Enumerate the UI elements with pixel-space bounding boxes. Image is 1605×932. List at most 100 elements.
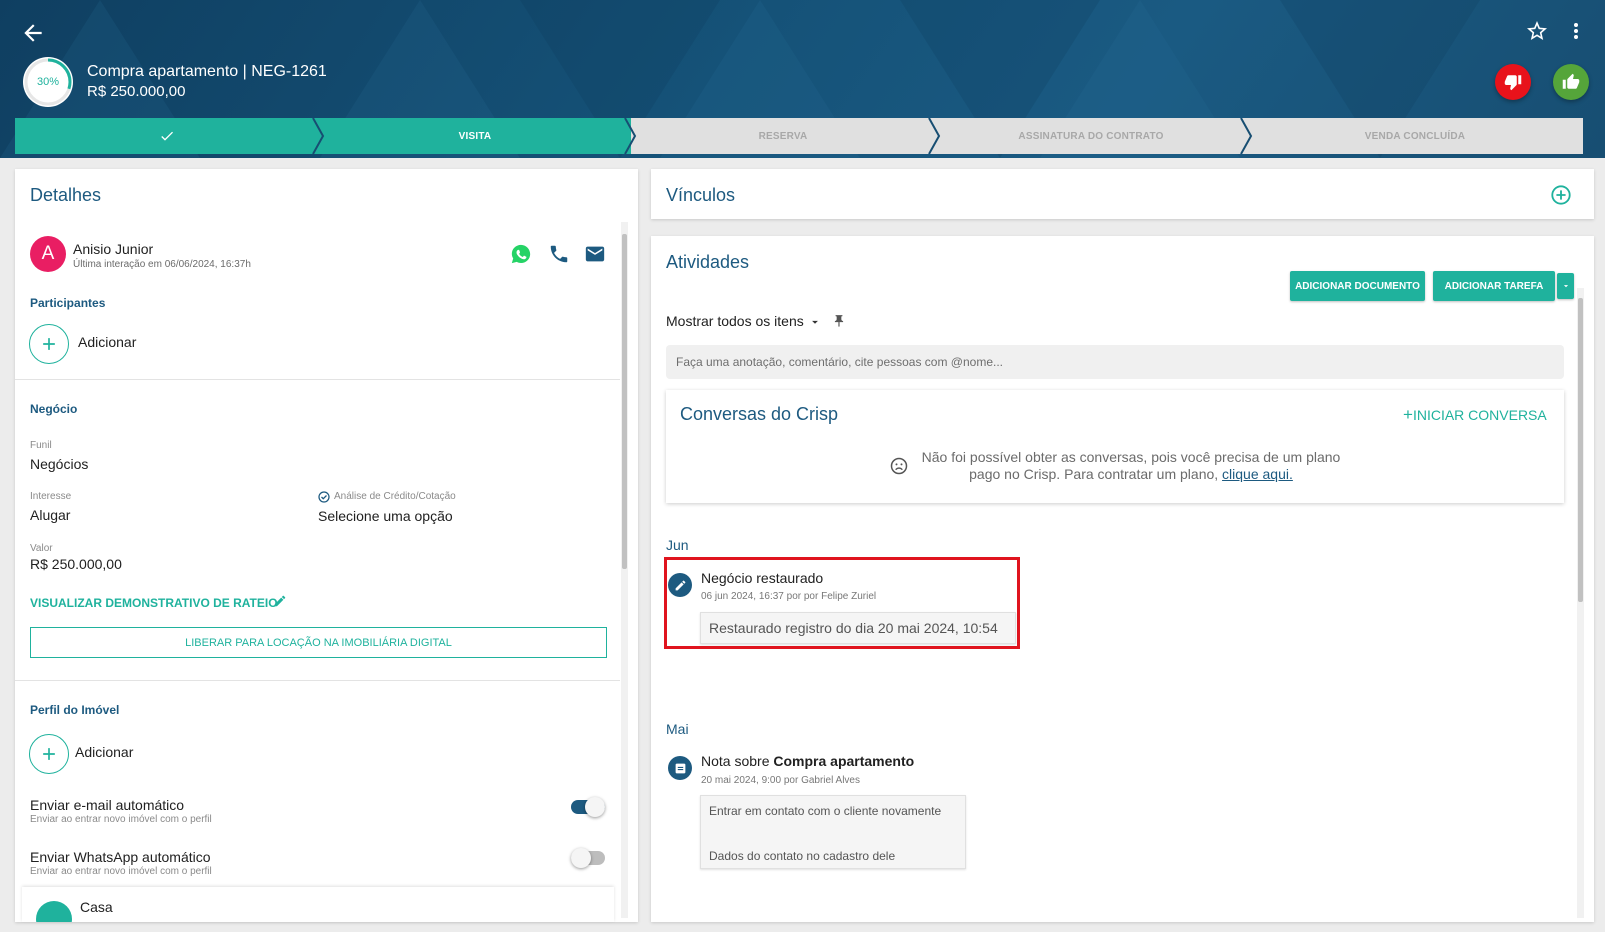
auto-email-title: Enviar e-mail automático [30, 797, 185, 813]
pencil-icon [675, 580, 685, 590]
funnel-value[interactable]: Negócios [30, 456, 88, 472]
note-line-1: Entrar em contato com o cliente novament… [709, 804, 942, 818]
crisp-title: Conversas do Crisp [680, 404, 839, 424]
funnel-label: Funil [30, 440, 52, 451]
stage-assinatura[interactable]: ASSINATURA DO CONTRATO [935, 118, 1247, 154]
note-meta: 20 mai 2024, 9:00 por Gabriel Alves [701, 775, 860, 786]
month-label-mai: Mai [666, 721, 689, 737]
activities-scrollbar[interactable] [1577, 288, 1584, 918]
stage-separator [312, 118, 325, 154]
plus-icon: + [1403, 405, 1413, 424]
auto-whatsapp-subtitle: Enviar ao entrar novo imóvel com o perfi… [30, 866, 212, 877]
check-icon [161, 131, 173, 141]
participants-label: Participantes [30, 296, 106, 310]
stage-done[interactable] [15, 118, 319, 154]
auto-whatsapp-toggle[interactable] [571, 848, 605, 868]
avatar[interactable]: A [30, 236, 66, 272]
scrollbar-thumb[interactable] [622, 234, 627, 569]
pin-icon[interactable] [832, 314, 846, 328]
arrow-left-icon [24, 24, 42, 42]
check-circle-icon [318, 491, 330, 503]
add-participant-label[interactable]: Adicionar [78, 334, 136, 350]
details-scrollbar[interactable] [621, 222, 628, 918]
pencil-icon[interactable] [273, 594, 287, 608]
credit-analysis-select[interactable]: Selecione uma opção [318, 508, 453, 524]
start-conversation-button[interactable]: +INICIAR CONVERSA [1403, 405, 1547, 425]
thumb-down-icon [1504, 75, 1522, 91]
home-icon [36, 901, 72, 922]
note-line-2: Dados do contato no cadastro dele [709, 849, 896, 863]
add-participant-button[interactable] [29, 324, 69, 364]
event-meta: 06 jun 2024, 16:37 por por Felipe Zuriel [701, 591, 877, 602]
add-property-profile-button[interactable] [29, 734, 69, 774]
scrollbar-thumb[interactable] [1578, 298, 1583, 602]
progress-text: 30% [36, 76, 60, 88]
interest-value[interactable]: Alugar [30, 507, 70, 523]
crisp-message-text: pago no Crisp. Para contratar um plano, [969, 466, 1219, 482]
month-label-jun: Jun [666, 537, 689, 553]
release-digital-button[interactable]: LIBERAR PARA LOCAÇÃO NA IMOBILIÁRIA DIGI… [30, 627, 607, 658]
note-title-deal[interactable]: Compra apartamento [773, 753, 914, 769]
contact-last-interaction: Última interação em 06/06/2024, 16:37h [73, 259, 251, 270]
auto-email-toggle[interactable] [571, 797, 605, 817]
add-property-profile-label[interactable]: Adicionar [75, 744, 133, 760]
toggle-knob [571, 848, 591, 868]
filter-label: Mostrar todos os itens [666, 313, 804, 329]
pipeline-stages: VISITA RESERVA ASSINATURA DO CONTRATO VE… [15, 118, 1583, 154]
note-event-icon [668, 756, 692, 780]
crisp-message-line1: Não foi possível obter as conversas, poi… [921, 449, 1341, 465]
stage-visita[interactable]: VISITA [319, 118, 631, 154]
interest-label: Interesse [30, 491, 72, 502]
whatsapp-icon[interactable] [510, 243, 532, 265]
add-task-dropdown-button[interactable] [1557, 273, 1574, 299]
start-conversation-label: INICIAR CONVERSA [1412, 407, 1547, 423]
stage-reserva[interactable]: RESERVA [631, 118, 935, 154]
note-input[interactable] [666, 345, 1564, 379]
event-title: Negócio restaurado [701, 570, 824, 586]
profile-item-card[interactable]: Casa [22, 887, 614, 922]
back-button[interactable] [20, 20, 46, 46]
crisp-plan-link[interactable]: clique aqui. [1222, 466, 1293, 482]
divider [15, 680, 620, 681]
stage-separator [1240, 118, 1253, 154]
details-title: Detalhes [30, 185, 102, 205]
add-document-button[interactable]: ADICIONAR DOCUMENTO [1290, 271, 1425, 301]
stage-separator [624, 118, 637, 154]
activities-title: Atividades [666, 252, 750, 272]
crisp-message-line2: pago no Crisp. Para contratar um plano, … [921, 466, 1341, 483]
property-profile-label: Perfil do Imóvel [30, 703, 120, 717]
divider [15, 379, 620, 380]
value-label: Valor [30, 543, 53, 554]
stage-venda-concluida[interactable]: VENDA CONCLUÍDA [1247, 118, 1583, 154]
note-icon [675, 763, 685, 773]
mark-won-button[interactable] [1553, 64, 1589, 100]
filter-select[interactable]: Mostrar todos os itens [666, 313, 804, 329]
favorite-button[interactable] [1525, 19, 1551, 45]
phone-icon[interactable] [548, 243, 570, 265]
caret-down-icon [1563, 285, 1568, 288]
star-outline-icon [1527, 21, 1547, 40]
note-title: Nota sobre Compra apartamento [701, 753, 914, 769]
business-label: Negócio [30, 402, 78, 416]
mark-lost-button[interactable] [1495, 64, 1531, 100]
plus-icon [43, 338, 55, 350]
plus-icon [43, 748, 55, 760]
more-options-button[interactable] [1568, 19, 1584, 45]
links-card [651, 169, 1594, 219]
add-circle-icon[interactable] [1550, 184, 1572, 206]
contact-name[interactable]: Anisio Junior [73, 241, 153, 257]
auto-whatsapp-title: Enviar WhatsApp automático [30, 849, 211, 865]
sad-face-icon [890, 457, 908, 475]
note-title-prefix: Nota sobre [701, 753, 770, 769]
caret-down-icon[interactable] [808, 315, 822, 329]
value-value[interactable]: R$ 250.000,00 [30, 556, 122, 572]
email-icon[interactable] [584, 243, 606, 265]
thumb-up-icon [1562, 73, 1580, 89]
event-detail: Restaurado registro do dia 20 mai 2024, … [700, 612, 1016, 644]
add-task-button[interactable]: ADICIONAR TAREFA [1433, 271, 1555, 301]
more-vert-icon [1574, 23, 1578, 39]
credit-analysis-label: Análise de Crédito/Cotação [334, 491, 456, 502]
auto-email-subtitle: Enviar ao entrar novo imóvel com o perfi… [30, 814, 212, 825]
toggle-knob [585, 797, 605, 817]
view-split-link[interactable]: VISUALIZAR DEMONSTRATIVO DE RATEIO [30, 596, 278, 610]
